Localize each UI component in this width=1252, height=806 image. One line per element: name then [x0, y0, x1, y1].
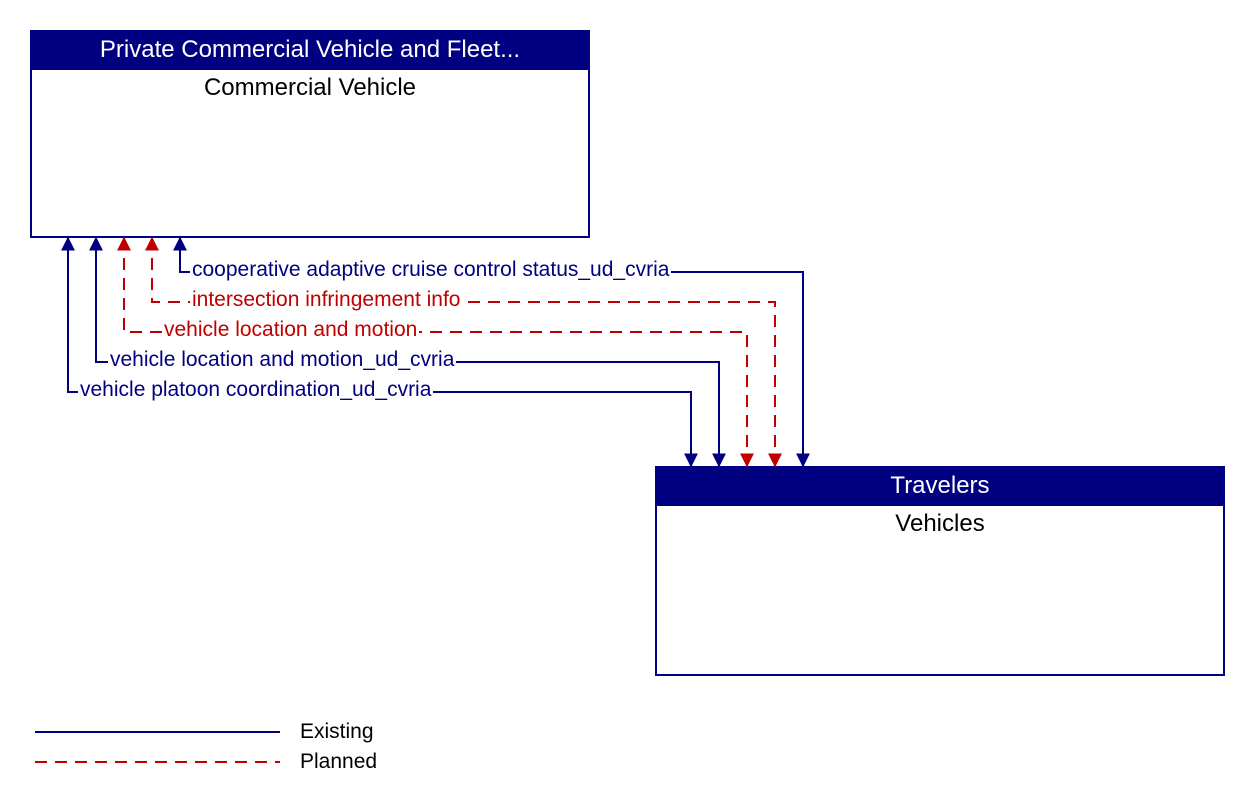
legend-label-planned: Planned — [300, 750, 377, 774]
connectors-svg — [0, 0, 1252, 806]
legend-label-existing: Existing — [300, 720, 374, 744]
flow-label-vehicle-platoon-coordination: vehicle platoon coordination_ud_cvria — [78, 378, 433, 402]
flow-label-vehicle-location-motion-ud: vehicle location and motion_ud_cvria — [108, 348, 456, 372]
flow-label-cacc-status: cooperative adaptive cruise control stat… — [190, 258, 671, 282]
flow-label-vehicle-location-motion: vehicle location and motion — [162, 318, 419, 342]
flow-label-intersection-infringement: intersection infringement info — [190, 288, 462, 312]
